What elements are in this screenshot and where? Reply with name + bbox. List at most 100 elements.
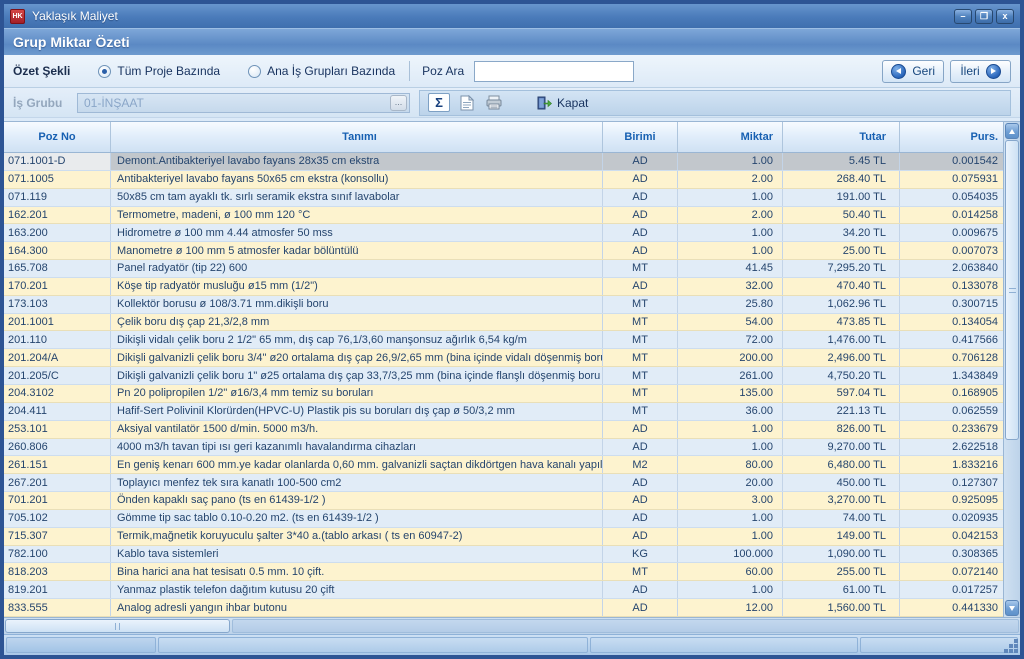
cell-miktar[interactable]: 200.00 — [678, 349, 783, 366]
table-row[interactable]: 164.300Manometre ø 100 mm 5 atmosfer kad… — [4, 242, 1003, 260]
cell-poz-no[interactable]: 164.300 — [4, 242, 111, 259]
horizontal-scroll-track[interactable] — [232, 619, 1019, 633]
cell-purs[interactable]: 2.063840 — [900, 260, 1003, 277]
cell-miktar[interactable]: 20.00 — [678, 474, 783, 491]
cell-tutar[interactable]: 61.00 TL — [783, 581, 900, 598]
cell-poz-no[interactable]: 173.103 — [4, 296, 111, 313]
cell-purs[interactable]: 0.062559 — [900, 403, 1003, 420]
cell-purs[interactable]: 0.134054 — [900, 314, 1003, 331]
cell-poz-no[interactable]: 833.555 — [4, 599, 111, 616]
cell-purs[interactable]: 0.300715 — [900, 296, 1003, 313]
table-row[interactable]: 204.3102Pn 20 polipropilen 1/2" ø16/3,4 … — [4, 385, 1003, 403]
maximize-button[interactable]: ❐ — [975, 9, 993, 24]
vertical-scrollbar[interactable] — [1003, 122, 1020, 617]
cell-miktar[interactable]: 32.00 — [678, 278, 783, 295]
table-row[interactable]: 201.204/ADikişli galvanizli çelik boru 3… — [4, 349, 1003, 367]
cell-tutar[interactable]: 255.00 TL — [783, 563, 900, 580]
cell-poz-no[interactable]: 705.102 — [4, 510, 111, 527]
cell-poz-no[interactable]: 201.205/C — [4, 367, 111, 384]
cell-tanimi[interactable]: Demont.Antibakteriyel lavabo fayans 28x3… — [111, 153, 603, 170]
cell-poz-no[interactable]: 782.100 — [4, 546, 111, 563]
cell-purs[interactable]: 0.168905 — [900, 385, 1003, 402]
cell-miktar[interactable]: 1.00 — [678, 421, 783, 438]
table-row[interactable]: 818.203Bina harici ana hat tesisatı 0.5 … — [4, 563, 1003, 581]
cell-miktar[interactable]: 1.00 — [678, 153, 783, 170]
cell-poz-no[interactable]: 253.101 — [4, 421, 111, 438]
table-row[interactable]: 071.1001-DDemont.Antibakteriyel lavabo f… — [4, 153, 1003, 171]
cell-tutar[interactable]: 7,295.20 TL — [783, 260, 900, 277]
cell-tutar[interactable]: 268.40 TL — [783, 171, 900, 188]
table-row[interactable]: 705.102Gömme tip sac tablo 0.10-0.20 m2.… — [4, 510, 1003, 528]
cell-tanimi[interactable]: Aksiyal vantilatör 1500 d/min. 5000 m3/h… — [111, 421, 603, 438]
table-row[interactable]: 204.411Hafif-Sert Polivinil Klorürden(HP… — [4, 403, 1003, 421]
table-row[interactable]: 253.101Aksiyal vantilatör 1500 d/min. 50… — [4, 421, 1003, 439]
scroll-down-icon[interactable] — [1005, 600, 1019, 616]
cell-poz-no[interactable]: 204.3102 — [4, 385, 111, 402]
table-row[interactable]: 163.200Hidrometre ø 100 mm 4.44 atmosfer… — [4, 224, 1003, 242]
cell-purs[interactable]: 0.007073 — [900, 242, 1003, 259]
column-header-poz-no[interactable]: Poz No — [4, 122, 111, 152]
cell-birimi[interactable]: MT — [603, 349, 678, 366]
close-panel-button[interactable]: Kapat — [537, 96, 588, 110]
table-row[interactable]: 701.201Önden kapaklı saç pano (ts en 614… — [4, 492, 1003, 510]
cell-birimi[interactable]: AD — [603, 581, 678, 598]
cell-purs[interactable]: 0.054035 — [900, 189, 1003, 206]
cell-purs[interactable]: 0.001542 — [900, 153, 1003, 170]
cell-tanimi[interactable]: 50x85 cm tam ayaklı tk. sırlı seramik ek… — [111, 189, 603, 206]
cell-tutar[interactable]: 2,496.00 TL — [783, 349, 900, 366]
cell-birimi[interactable]: MT — [603, 403, 678, 420]
cell-tanimi[interactable]: Bina harici ana hat tesisatı 0.5 mm. 10 … — [111, 563, 603, 580]
cell-birimi[interactable]: KG — [603, 546, 678, 563]
cell-tanimi[interactable]: Gömme tip sac tablo 0.10-0.20 m2. (ts en… — [111, 510, 603, 527]
cell-tanimi[interactable]: Analog adresli yangın ihbar butonu — [111, 599, 603, 616]
cell-poz-no[interactable]: 819.201 — [4, 581, 111, 598]
resize-grip[interactable] — [1014, 649, 1018, 653]
cell-birimi[interactable]: AD — [603, 171, 678, 188]
cell-birimi[interactable]: AD — [603, 421, 678, 438]
cell-birimi[interactable]: AD — [603, 510, 678, 527]
table-row[interactable]: 261.151En geniş kenarı 600 mm.ye kadar o… — [4, 456, 1003, 474]
cell-purs[interactable]: 0.308365 — [900, 546, 1003, 563]
minimize-button[interactable]: – — [954, 9, 972, 24]
back-button[interactable]: Geri — [882, 60, 944, 83]
table-row[interactable]: 165.708Panel radyatör (tip 22) 600MT41.4… — [4, 260, 1003, 278]
table-row[interactable]: 071.1005Antibakteriyel lavabo fayans 50x… — [4, 171, 1003, 189]
cell-tanimi[interactable]: Termik,mağnetik koruyuculu şalter 3*40 a… — [111, 528, 603, 545]
work-group-combo[interactable]: 01-İNŞAAT ... — [77, 93, 410, 113]
cell-tutar[interactable]: 74.00 TL — [783, 510, 900, 527]
radio-whole-project[interactable]: Tüm Proje Bazında — [98, 64, 220, 78]
cell-tanimi[interactable]: Panel radyatör (tip 22) 600 — [111, 260, 603, 277]
cell-birimi[interactable]: AD — [603, 599, 678, 616]
cell-miktar[interactable]: 261.00 — [678, 367, 783, 384]
ellipsis-button[interactable]: ... — [390, 95, 407, 111]
cell-purs[interactable]: 0.925095 — [900, 492, 1003, 509]
cell-tutar[interactable]: 1,476.00 TL — [783, 331, 900, 348]
cell-tutar[interactable]: 450.00 TL — [783, 474, 900, 491]
scroll-up-icon[interactable] — [1005, 123, 1019, 139]
cell-purs[interactable]: 0.017257 — [900, 581, 1003, 598]
cell-birimi[interactable]: AD — [603, 278, 678, 295]
cell-tanimi[interactable]: Antibakteriyel lavabo fayans 50x65 cm ek… — [111, 171, 603, 188]
cell-poz-no[interactable]: 170.201 — [4, 278, 111, 295]
print-icon[interactable] — [484, 93, 504, 112]
table-row[interactable]: 201.110Dikişli vidalı çelik boru 2 1/2" … — [4, 331, 1003, 349]
table-row[interactable]: 173.103Kollektör borusu ø 108/3.71 mm.di… — [4, 296, 1003, 314]
cell-miktar[interactable]: 60.00 — [678, 563, 783, 580]
cell-tutar[interactable]: 9,270.00 TL — [783, 439, 900, 456]
cell-tutar[interactable]: 597.04 TL — [783, 385, 900, 402]
cell-tutar[interactable]: 34.20 TL — [783, 224, 900, 241]
cell-tutar[interactable]: 473.85 TL — [783, 314, 900, 331]
cell-birimi[interactable]: M2 — [603, 456, 678, 473]
cell-miktar[interactable]: 1.00 — [678, 439, 783, 456]
cell-tanimi[interactable]: En geniş kenarı 600 mm.ye kadar olanlard… — [111, 456, 603, 473]
cell-miktar[interactable]: 1.00 — [678, 242, 783, 259]
cell-poz-no[interactable]: 071.1005 — [4, 171, 111, 188]
cell-tanimi[interactable]: Yanmaz plastik telefon dağıtım kutusu 20… — [111, 581, 603, 598]
table-row[interactable]: 833.555Analog adresli yangın ihbar buton… — [4, 599, 1003, 617]
cell-tutar[interactable]: 1,090.00 TL — [783, 546, 900, 563]
column-header-purs[interactable]: Purs. — [900, 122, 1003, 152]
cell-birimi[interactable]: MT — [603, 367, 678, 384]
table-row[interactable]: 819.201Yanmaz plastik telefon dağıtım ku… — [4, 581, 1003, 599]
cell-tanimi[interactable]: Çelik boru dış çap 21,3/2,8 mm — [111, 314, 603, 331]
cell-birimi[interactable]: AD — [603, 153, 678, 170]
